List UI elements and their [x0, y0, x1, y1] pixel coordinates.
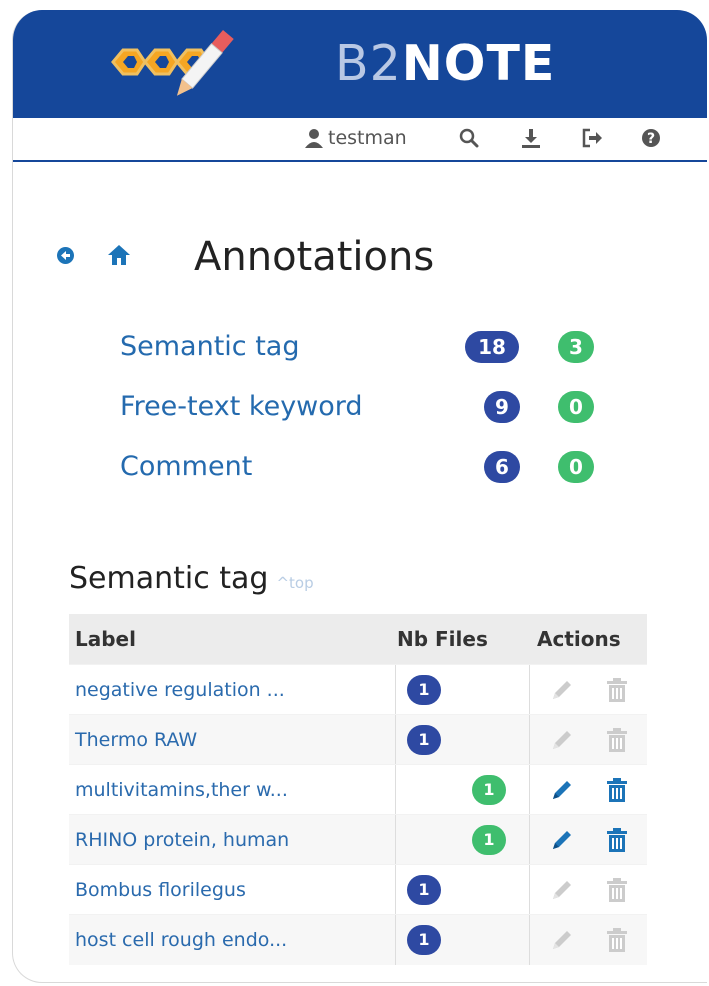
- b2note-logo: [111, 30, 234, 96]
- column-header-nb-files[interactable]: Nb Files: [397, 614, 488, 664]
- column-divider: [529, 915, 530, 965]
- column-divider: [529, 665, 530, 715]
- trash-icon: [607, 678, 627, 702]
- semantic-tag-count-blue: 18: [465, 331, 519, 363]
- semantic-tag-count-green: 3: [558, 331, 594, 363]
- files-count-badge: 1: [407, 875, 441, 905]
- edit-button[interactable]: [549, 777, 575, 807]
- trash-icon: [607, 778, 627, 802]
- brand-wordmark: B2NOTE: [335, 34, 555, 94]
- table-header: Label Nb Files Actions: [69, 614, 647, 664]
- back-button[interactable]: [57, 247, 74, 264]
- back-circle-icon: [61, 251, 70, 260]
- table-row: Thermo RAW 1: [69, 714, 647, 765]
- column-header-actions: Actions: [537, 627, 621, 651]
- user-toolbar: testman ?: [13, 118, 707, 162]
- column-divider: [395, 865, 396, 915]
- edit-button[interactable]: [549, 727, 575, 757]
- column-header-label[interactable]: Label: [75, 614, 136, 664]
- summary-row-semantic-tag: Semantic tag 18 3: [13, 327, 707, 367]
- pencil-icon: [553, 931, 571, 949]
- brand-suffix: NOTE: [401, 35, 556, 92]
- trash-icon: [607, 828, 627, 852]
- files-count-badge: 1: [472, 775, 506, 805]
- semantic-tag-section-header: Semantic tag ^top: [69, 561, 314, 596]
- summary-link-comment[interactable]: Comment: [120, 447, 252, 487]
- pencil-icon: [553, 881, 571, 899]
- summary-row-free-text-keyword: Free-text keyword 9 0: [13, 387, 707, 427]
- files-count-badge: 1: [407, 675, 441, 705]
- column-divider: [529, 715, 530, 765]
- pencil-icon: [553, 831, 571, 849]
- top-link[interactable]: ^top: [276, 574, 313, 592]
- column-divider: [395, 665, 396, 715]
- delete-button[interactable]: [605, 927, 629, 957]
- delete-button[interactable]: [605, 827, 629, 857]
- delete-button[interactable]: [605, 727, 629, 757]
- summary-link-free-text-keyword[interactable]: Free-text keyword: [120, 387, 363, 427]
- brand-prefix: B2: [335, 35, 402, 92]
- delete-button[interactable]: [605, 777, 629, 807]
- page-title: Annotations: [194, 234, 435, 280]
- column-divider: [395, 715, 396, 765]
- table-row: Bombus florilegus 1: [69, 864, 647, 915]
- table-row: host cell rough endo... 1: [69, 914, 647, 965]
- row-label-link[interactable]: host cell rough endo...: [75, 915, 287, 965]
- files-count-badge: 1: [472, 825, 506, 855]
- trash-icon: [607, 928, 627, 952]
- delete-button[interactable]: [605, 677, 629, 707]
- home-button[interactable]: [107, 244, 131, 270]
- svg-text:?: ?: [647, 131, 655, 147]
- search-button[interactable]: [459, 125, 479, 151]
- column-divider: [395, 815, 396, 865]
- user-icon: [305, 129, 323, 148]
- logout-button[interactable]: [581, 125, 603, 151]
- trash-icon: [607, 728, 627, 752]
- download-icon: [522, 129, 540, 148]
- summary-link-semantic-tag[interactable]: Semantic tag: [120, 327, 300, 367]
- app-header: B2NOTE: [13, 10, 707, 118]
- pencil-icon: [553, 731, 571, 749]
- files-count-badge: 1: [407, 925, 441, 955]
- table-row: RHINO protein, human 1: [69, 814, 647, 865]
- table-row: negative regulation ... 1: [69, 664, 647, 715]
- row-label-link[interactable]: Bombus florilegus: [75, 865, 246, 915]
- summary-row-comment: Comment 6 0: [13, 447, 707, 487]
- section-title: Semantic tag: [69, 561, 269, 596]
- row-label-link[interactable]: multivitamins,ther w...: [75, 765, 288, 815]
- column-divider: [529, 865, 530, 915]
- pencil-icon: [553, 781, 571, 799]
- comment-count-blue: 6: [484, 451, 520, 483]
- home-icon: [108, 245, 130, 265]
- edit-button[interactable]: [549, 677, 575, 707]
- free-text-count-blue: 9: [484, 391, 520, 423]
- user-menu[interactable]: testman: [305, 125, 407, 151]
- row-label-link[interactable]: RHINO protein, human: [75, 815, 289, 865]
- help-button[interactable]: ?: [641, 125, 661, 151]
- row-label-link[interactable]: Thermo RAW: [75, 715, 197, 765]
- free-text-count-green: 0: [558, 391, 594, 423]
- column-divider: [529, 815, 530, 865]
- table-row: multivitamins,ther w... 1: [69, 764, 647, 815]
- download-button[interactable]: [521, 125, 541, 151]
- edit-button[interactable]: [549, 877, 575, 907]
- comment-count-green: 0: [558, 451, 594, 483]
- column-divider: [395, 765, 396, 815]
- logout-icon: [582, 128, 602, 148]
- row-label-link[interactable]: negative regulation ...: [75, 665, 285, 715]
- delete-button[interactable]: [605, 877, 629, 907]
- pencil-icon: [553, 681, 571, 699]
- column-divider: [529, 765, 530, 815]
- b2note-panel: B2NOTE testman ? Annotations Semantic ta…: [12, 10, 707, 983]
- help-icon: ?: [642, 129, 660, 147]
- username: testman: [328, 127, 407, 149]
- edit-button[interactable]: [549, 827, 575, 857]
- files-count-badge: 1: [407, 725, 441, 755]
- column-divider: [395, 915, 396, 965]
- edit-button[interactable]: [549, 927, 575, 957]
- search-icon: [459, 128, 479, 148]
- trash-icon: [607, 878, 627, 902]
